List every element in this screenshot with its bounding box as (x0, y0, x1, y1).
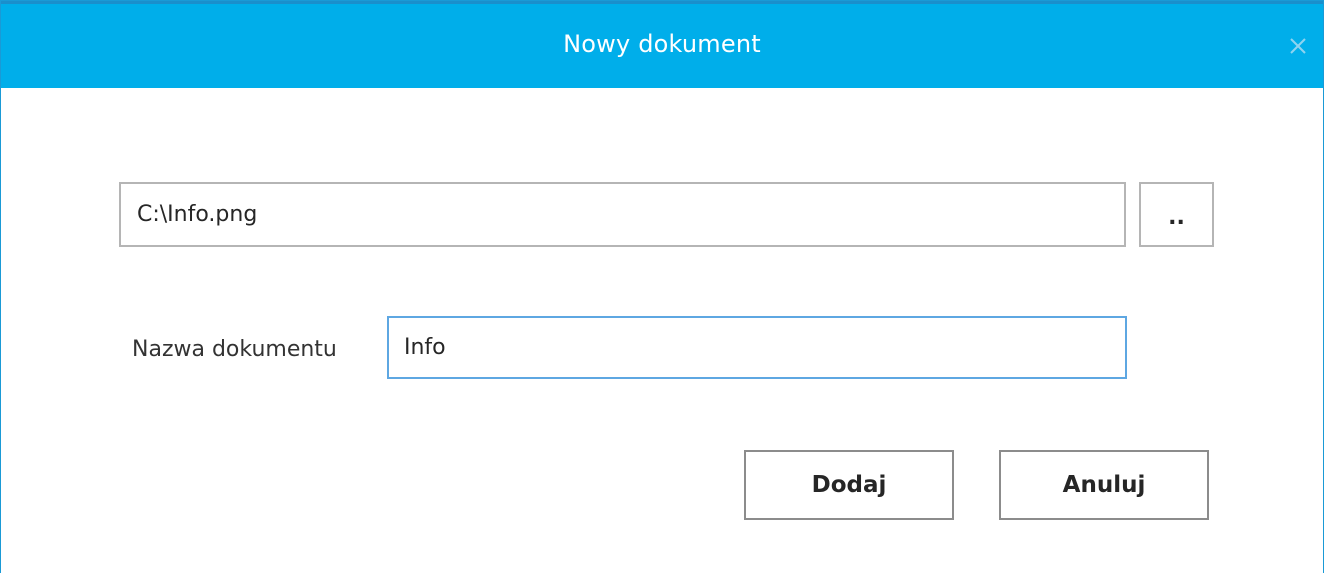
document-name-input[interactable] (387, 316, 1127, 379)
dialog-titlebar[interactable]: Nowy dokument (1, 1, 1323, 88)
dialog-title: Nowy dokument (563, 30, 761, 58)
cancel-button[interactable]: Anuluj (999, 450, 1209, 520)
close-icon (1290, 38, 1306, 54)
add-button[interactable]: Dodaj (744, 450, 954, 520)
document-name-label: Nazwa dokumentu (132, 337, 337, 362)
new-document-dialog: Nowy dokument .. Nazwa dokumentu Dodaj A… (0, 0, 1324, 573)
browse-button[interactable]: .. (1139, 182, 1214, 247)
file-path-input[interactable] (119, 182, 1126, 247)
close-button[interactable] (1287, 35, 1309, 57)
